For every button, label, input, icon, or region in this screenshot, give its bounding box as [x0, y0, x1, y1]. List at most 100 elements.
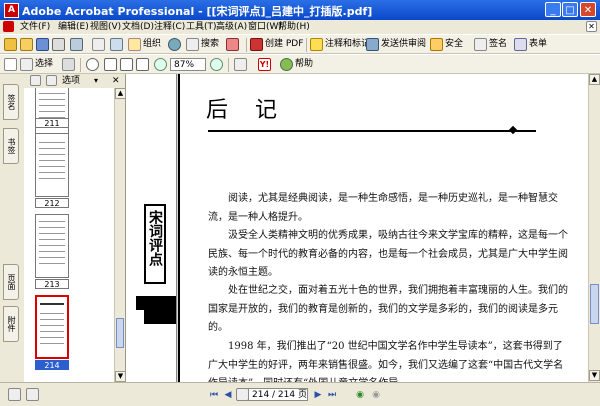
- organize-icon[interactable]: [128, 38, 141, 51]
- search-icon[interactable]: [186, 38, 199, 51]
- scroll-thumb[interactable]: [116, 318, 124, 348]
- forms-icon[interactable]: [514, 38, 527, 51]
- close-button[interactable]: ✕: [580, 2, 596, 17]
- next-view-icon[interactable]: ◉: [370, 389, 382, 401]
- fit-page-icon[interactable]: [120, 58, 133, 71]
- previous-page-icon[interactable]: ◀: [222, 389, 234, 401]
- panel-header: 选项 ▾ ✕: [24, 74, 125, 89]
- view-options-icon[interactable]: [26, 388, 39, 401]
- document-view[interactable]: 宋词评点 后 记 阅读，尤其是经典阅读，是一种生命感悟，是一种历史巡礼，是一种智…: [126, 74, 588, 382]
- snapshot-icon[interactable]: [62, 58, 75, 71]
- secure-button[interactable]: 安全: [445, 38, 463, 51]
- scroll-thumb[interactable]: [590, 284, 599, 324]
- zoom-level-field[interactable]: 87%: [170, 58, 206, 71]
- tab-pages[interactable]: 页面: [3, 264, 19, 300]
- menu-file[interactable]: 文件(F): [20, 20, 50, 34]
- sign-icon[interactable]: [474, 38, 487, 51]
- minimize-button[interactable]: _: [545, 2, 561, 17]
- lock-icon[interactable]: [430, 38, 443, 51]
- scroll-up-button[interactable]: ▲: [115, 88, 125, 99]
- create-pdf-icon[interactable]: [250, 38, 263, 51]
- select-tool-icon[interactable]: [20, 58, 33, 71]
- paragraph: 汲受全人类精神文明的优秀成果，吸纳古往今来文学宝库的精粹，这是每一个民族、每一个…: [208, 230, 568, 278]
- scroll-down-button[interactable]: ▼: [589, 370, 600, 381]
- fit-width-icon[interactable]: [136, 58, 149, 71]
- comment-icon[interactable]: [310, 38, 323, 51]
- actual-size-icon[interactable]: [104, 58, 117, 71]
- window-title: Adobe Acrobat Professional - [[宋词评点]_吕建中…: [22, 5, 373, 18]
- maximize-button[interactable]: □: [562, 2, 578, 17]
- page-layout-icon[interactable]: [8, 388, 21, 401]
- previous-view-icon[interactable]: ◉: [354, 389, 366, 401]
- print-icon[interactable]: [52, 38, 65, 51]
- menu-document[interactable]: 文档(D): [122, 20, 154, 34]
- page-number-field[interactable]: 214 / 214 页: [248, 388, 308, 401]
- toolbar-separator: [306, 38, 307, 52]
- create-pdf-button[interactable]: 创建 PDF: [265, 38, 303, 51]
- tab-bookmarks[interactable]: 书签: [3, 128, 19, 164]
- tab-signatures[interactable]: 签名: [3, 84, 19, 120]
- email-icon[interactable]: [70, 38, 83, 51]
- rule-ornament: [508, 125, 518, 135]
- menu-advanced[interactable]: 高级(A): [216, 20, 247, 34]
- rotate-icon[interactable]: [234, 58, 247, 71]
- send-review-icon[interactable]: [366, 38, 379, 51]
- zoom-out-icon[interactable]: [154, 58, 167, 71]
- search-label[interactable]: 搜索: [201, 38, 219, 51]
- last-page-icon[interactable]: ⏭: [326, 389, 338, 401]
- thumbnail-label: 214: [35, 360, 69, 370]
- close-panel-icon[interactable]: ✕: [112, 75, 120, 87]
- zoom-in-icon[interactable]: [210, 58, 223, 71]
- page-thumbnail-selected[interactable]: [35, 295, 69, 359]
- delete-page-icon[interactable]: [30, 75, 41, 86]
- page-thumbnail[interactable]: [35, 133, 69, 197]
- open-icon[interactable]: [20, 38, 33, 51]
- menu-window[interactable]: 窗口(W): [248, 20, 282, 34]
- pages-panel: 选项 ▾ ✕ 211 212 213 214 ▲ ▼: [24, 74, 126, 382]
- paragraph: 处在世纪之交，面对着五光十色的世界，我们拥抱着丰富瑰丽的人生。我们的国家是开放的…: [208, 285, 568, 333]
- menu-tools[interactable]: 工具(T): [186, 20, 217, 34]
- tab-attachments[interactable]: 附件: [3, 306, 19, 342]
- spine-title: 宋词评点: [147, 210, 163, 266]
- help-icon[interactable]: [280, 58, 293, 71]
- settings-icon[interactable]: [110, 38, 123, 51]
- yahoo-icon[interactable]: Y!: [258, 58, 271, 71]
- menu-edit[interactable]: 编辑(E): [58, 20, 89, 34]
- open-folder-icon[interactable]: [4, 38, 17, 51]
- zoom-icon[interactable]: [86, 58, 99, 71]
- menu-bar: 文件(F) 编辑(E) 视图(V) 文档(D) 注释(C) 工具(T) 高级(A…: [0, 20, 600, 34]
- help-button[interactable]: 帮助: [295, 58, 313, 71]
- chevron-down-icon[interactable]: ▾: [94, 75, 98, 87]
- toolbar-separator: [246, 38, 247, 52]
- close-document-icon[interactable]: ✕: [586, 21, 597, 32]
- menu-view[interactable]: 视图(V): [90, 20, 121, 34]
- first-page-icon[interactable]: ⏮: [208, 389, 220, 401]
- scroll-up-button[interactable]: ▲: [589, 74, 600, 85]
- send-review-button[interactable]: 发送供审阅: [381, 38, 426, 51]
- globe-icon[interactable]: [168, 38, 181, 51]
- document-scrollbar[interactable]: ▲ ▼: [588, 74, 600, 382]
- save-icon[interactable]: [36, 38, 49, 51]
- toolbar-separator: [80, 58, 81, 72]
- document-icon[interactable]: [3, 21, 14, 32]
- options-menu[interactable]: 选项: [62, 75, 80, 87]
- hand-tool-icon[interactable]: [4, 58, 17, 71]
- panel-scrollbar[interactable]: ▲ ▼: [114, 88, 125, 382]
- toolbar-view: 选择 87% Y! 帮助: [0, 54, 600, 74]
- thumbnail-list[interactable]: 211 212 213 214: [24, 88, 114, 382]
- comment-markup-button[interactable]: 注释和标记: [325, 38, 370, 51]
- select-button[interactable]: 选择: [35, 58, 53, 71]
- sign-button[interactable]: 签名: [489, 38, 507, 51]
- attach-icon[interactable]: [92, 38, 105, 51]
- organize-label[interactable]: 组织: [143, 38, 161, 51]
- menu-help[interactable]: 帮助(H): [278, 20, 310, 34]
- menu-comments[interactable]: 注释(C): [154, 20, 185, 34]
- next-page-icon[interactable]: ▶: [312, 389, 324, 401]
- scroll-down-button[interactable]: ▼: [115, 371, 125, 382]
- forms-button[interactable]: 表单: [529, 38, 547, 51]
- page-options-icon[interactable]: [46, 75, 57, 86]
- page-thumbnail[interactable]: [35, 214, 69, 278]
- print-preview-icon[interactable]: [226, 38, 239, 51]
- page-heading: 后 记: [206, 98, 287, 123]
- status-bar: ⏮ ◀ 214 / 214 页 ▶ ⏭ ◉ ◉: [0, 382, 600, 406]
